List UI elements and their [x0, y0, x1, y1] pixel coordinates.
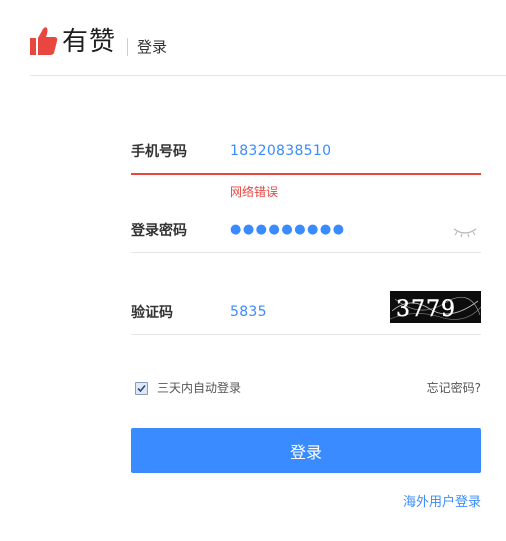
header: 有赞 登录 — [30, 24, 506, 64]
header-divider-line — [30, 75, 506, 76]
captcha-text: 3779 — [396, 297, 456, 322]
phone-label: 手机号码 — [131, 144, 187, 160]
forgot-password-link[interactable]: 忘记密码? — [427, 379, 481, 397]
password-label: 登录密码 — [131, 223, 187, 239]
password-field[interactable]: 登录密码 ●●●●●●●●● — [131, 209, 481, 253]
password-input[interactable]: ●●●●●●●●● — [230, 220, 346, 240]
captcha-input[interactable]: 5835 — [230, 302, 267, 322]
thumbs-up-icon — [30, 27, 58, 55]
remember-label[interactable]: 三天内自动登录 — [157, 379, 241, 397]
header-divider — [127, 38, 128, 56]
phone-error-message: 网络错误 — [230, 185, 279, 199]
remember-row: 三天内自动登录 忘记密码? — [131, 378, 481, 398]
eye-closed-icon[interactable] — [453, 226, 477, 238]
login-form: 手机号码 18320838510 网络错误 登录密码 ●●●●●●●●● 验证码… — [131, 130, 481, 335]
remember-checkbox[interactable] — [135, 382, 148, 395]
phone-field[interactable]: 手机号码 18320838510 — [131, 130, 481, 175]
captcha-label: 验证码 — [131, 305, 173, 321]
captcha-image[interactable]: 3779 — [390, 291, 481, 323]
captcha-field[interactable]: 验证码 5835 3779 — [131, 291, 481, 335]
login-button[interactable]: 登录 — [131, 428, 481, 473]
phone-input[interactable]: 18320838510 — [230, 141, 331, 161]
logo-text: 有赞 — [62, 27, 117, 57]
checkmark-icon — [137, 384, 146, 393]
overseas-login-link[interactable]: 海外用户登录 — [403, 493, 481, 513]
page-title: 登录 — [137, 38, 168, 56]
login-page: 有赞 登录 手机号码 18320838510 网络错误 登录密码 ●●●●●●●… — [0, 0, 506, 541]
